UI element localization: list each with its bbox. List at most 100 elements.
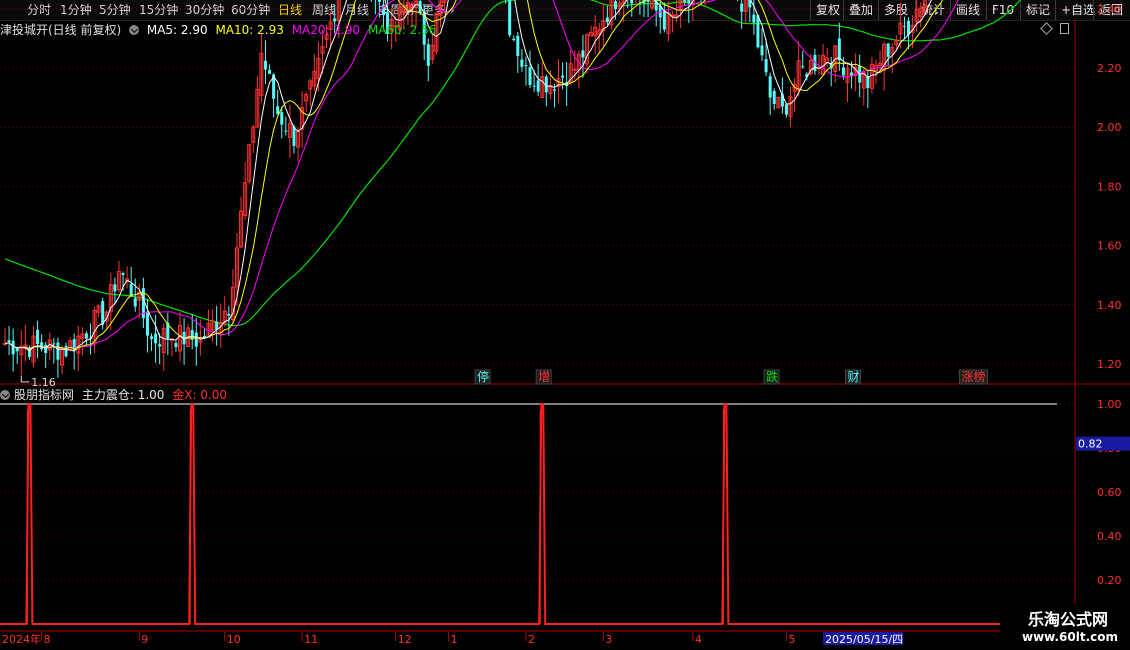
- watermark-url: www.60lt.com: [1022, 630, 1119, 644]
- x-tick-label: 5: [788, 633, 795, 646]
- candle-body: [561, 75, 565, 78]
- candle-body: [508, 0, 512, 36]
- candle-body: [150, 336, 154, 340]
- candle-body: [121, 273, 125, 276]
- indicator-settings-icon[interactable]: [0, 390, 10, 400]
- x-tick-label: 10: [227, 633, 241, 646]
- y-tick-main: 1.60: [1097, 240, 1122, 253]
- grid-layer: [0, 8, 1130, 650]
- candle-body: [101, 301, 105, 325]
- candle-body: [662, 11, 666, 30]
- candle-body: [52, 343, 56, 345]
- y-tick-indicator: 1.00: [1097, 398, 1122, 411]
- y-tick-main: 1.80: [1097, 180, 1122, 193]
- low-marker: [20, 375, 30, 383]
- indicator-name[interactable]: 股朋指标网: [14, 388, 74, 402]
- y-tick-main: 2.00: [1097, 121, 1122, 134]
- y-tick-main: 1.20: [1097, 358, 1122, 371]
- event-label: 财: [847, 370, 859, 384]
- event-label: 停: [477, 369, 489, 384]
- candle-body: [276, 106, 280, 115]
- window-toggle-icon[interactable]: [1060, 23, 1069, 34]
- event-label: 涨榜: [961, 369, 985, 384]
- x-tick-label: 2024年: [2, 632, 41, 646]
- candle-body: [154, 333, 158, 344]
- axis-layer: 1.201.401.601.802.002.202.402.602.803.00…: [2, 3, 1130, 646]
- candle-body: [801, 66, 805, 68]
- stock-name[interactable]: 津投城开(日线 前复权): [0, 23, 121, 37]
- x-tick-label: 9: [141, 633, 148, 646]
- candle-body: [756, 15, 760, 48]
- ma10-line: [4, 0, 943, 350]
- ma60-value: MA60: 2.56: [367, 23, 437, 37]
- settings-dropdown-icon[interactable]: [129, 25, 140, 35]
- candle-body: [174, 342, 178, 348]
- ma5-value: MA5: 2.90: [146, 23, 208, 37]
- annotation-layer: 3.361.16停增跌财涨榜: [20, 369, 988, 389]
- watermark-name: 乐淘公式网: [1028, 610, 1109, 629]
- candle-body: [572, 68, 577, 71]
- candle-body: [27, 347, 31, 357]
- ma-layer: [4, 0, 959, 352]
- x-tick-label: 11: [304, 633, 318, 646]
- candle-body: [292, 126, 296, 146]
- candle-body: [552, 89, 556, 91]
- x-cursor-label: 2025/05/15/四: [825, 633, 903, 646]
- stock-chart-window: 分时 1分钟 5分钟 15分钟 30分钟 60分钟 日线 周线 月线 多周期 更…: [0, 0, 1130, 650]
- candle-body: [145, 311, 149, 336]
- x-tick-label: 3: [605, 633, 612, 646]
- event-label: 增: [538, 370, 550, 384]
- candle-body: [886, 43, 890, 57]
- candle-body: [158, 344, 162, 347]
- candle-body: [764, 59, 768, 73]
- indicator-title: 股朋指标网 主力震仓: 1.00 金X: 0.00: [0, 386, 231, 402]
- ma20-value: MA20: 2.90: [291, 23, 361, 37]
- candle-layer: [3, 0, 930, 378]
- candle-body: [280, 112, 284, 125]
- candle-body: [56, 342, 60, 360]
- candle-body: [902, 25, 906, 27]
- zhuli-value: 主力震仓: 1.00: [81, 388, 165, 402]
- indicator-layer: [0, 403, 1075, 625]
- y-tick-indicator: 0.20: [1097, 574, 1122, 587]
- y-tick-main: 1.40: [1097, 299, 1122, 312]
- candle-body: [64, 345, 68, 357]
- event-label: 跌: [766, 369, 778, 384]
- candle-body: [113, 284, 117, 292]
- candle-body: [227, 314, 231, 316]
- candle-body: [536, 80, 540, 92]
- candle-body: [581, 50, 585, 58]
- x-tick-label: 1: [451, 633, 458, 646]
- watermark: 乐淘公式网 www.60lt.com: [1000, 604, 1130, 650]
- candle-body: [605, 17, 609, 23]
- ma60-layer: [4, 0, 1022, 327]
- y-tick-indicator: 0.40: [1097, 530, 1122, 543]
- candle-body: [84, 333, 88, 339]
- y-tick-main: 2.40: [1097, 3, 1122, 16]
- candle-body: [263, 60, 267, 70]
- candle-body: [784, 104, 788, 115]
- ma60-line: [4, 0, 1022, 327]
- candle-body: [760, 45, 764, 56]
- x-tick-label: 4: [695, 633, 702, 646]
- candle-body: [426, 44, 430, 66]
- candle-body: [752, 14, 756, 23]
- candle-body: [44, 344, 48, 353]
- candle-body: [520, 59, 524, 67]
- candle-body: [268, 69, 272, 74]
- candle-body: [528, 67, 532, 86]
- candle-body: [133, 298, 137, 307]
- x-tick-label: 2: [528, 633, 535, 646]
- y-tick-main: 2.20: [1097, 62, 1122, 75]
- candle-body: [683, 0, 687, 2]
- candle-body: [7, 340, 11, 343]
- candle-body: [377, 0, 381, 2]
- candle-body: [516, 35, 520, 56]
- jinx-value: 金X: 0.00: [172, 388, 228, 402]
- candle-body: [36, 329, 40, 345]
- candle-body: [687, 0, 691, 4]
- candle-body: [772, 90, 776, 105]
- candle-body: [614, 1, 617, 10]
- chart-canvas[interactable]: 3.361.16停增跌财涨榜 1.201.401.601.802.002.202…: [0, 0, 1130, 650]
- candle-body: [841, 67, 845, 76]
